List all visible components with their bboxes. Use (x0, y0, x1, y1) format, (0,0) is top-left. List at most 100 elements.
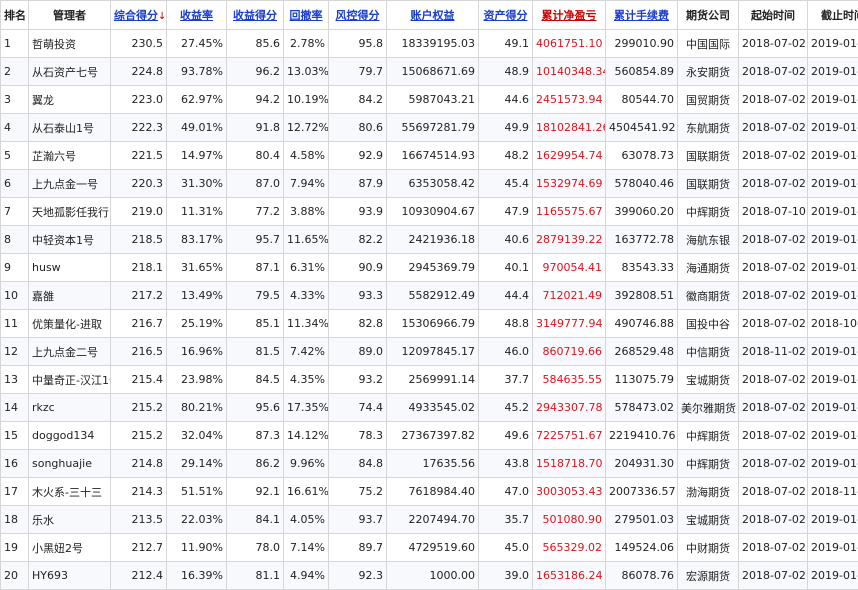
cell-composite-score: 221.5 (111, 142, 167, 170)
cell-composite-score: 218.5 (111, 226, 167, 254)
cell-asset-score: 39.0 (479, 562, 533, 590)
table-row: 12上九点金二号216.516.96%81.57.42%89.012097845… (1, 338, 858, 366)
cell-manager[interactable]: 从石资产七号 (29, 58, 111, 86)
cell-account-equity: 6353058.42 (387, 170, 479, 198)
cell-return-score: 87.1 (227, 254, 284, 282)
cell-fee: 268529.48 (606, 338, 678, 366)
sort-asset-score[interactable]: 资产得分 (479, 1, 533, 30)
cell-manager[interactable]: songhuajie (29, 450, 111, 478)
cell-manager[interactable]: 中轻资本1号 (29, 226, 111, 254)
cell-manager[interactable]: 天地孤影任我行 (29, 198, 111, 226)
cell-account-equity: 4729519.60 (387, 534, 479, 562)
cell-drawdown: 4.94% (284, 562, 329, 590)
cell-risk-score: 84.8 (329, 450, 387, 478)
cell-manager[interactable]: husw (29, 254, 111, 282)
cell-manager[interactable]: rkzc (29, 394, 111, 422)
cell-account-equity: 15306966.79 (387, 310, 479, 338)
cell-manager[interactable]: HY693 (29, 562, 111, 590)
cell-composite-score: 220.3 (111, 170, 167, 198)
cell-risk-score: 93.3 (329, 282, 387, 310)
cell-return-score: 95.6 (227, 394, 284, 422)
table-row: 19小黑妞2号212.711.90%78.07.14%89.74729519.6… (1, 534, 858, 562)
cell-return-rate: 31.65% (167, 254, 227, 282)
cell-end-time: 2019-01-31 (808, 86, 858, 114)
cell-return-score: 85.6 (227, 30, 284, 58)
cell-return-score: 95.7 (227, 226, 284, 254)
cell-risk-score: 84.2 (329, 86, 387, 114)
cell-asset-score: 44.6 (479, 86, 533, 114)
cell-start-time: 2018-07-02 (739, 114, 808, 142)
cell-return-rate: 11.90% (167, 534, 227, 562)
cell-rank: 2 (1, 58, 29, 86)
cell-drawdown: 3.88% (284, 198, 329, 226)
cell-manager[interactable]: 上九点金一号 (29, 170, 111, 198)
cell-fee: 149524.06 (606, 534, 678, 562)
cell-risk-score: 79.7 (329, 58, 387, 86)
cell-composite-score: 215.2 (111, 394, 167, 422)
cell-account-equity: 1000.00 (387, 562, 479, 590)
cell-manager[interactable]: 中量奇正-汉江1号 (29, 366, 111, 394)
sort-net-profit[interactable]: 累计净盈亏 (533, 1, 606, 30)
cell-net-profit: 10140348.34 (533, 58, 606, 86)
cell-return-score: 78.0 (227, 534, 284, 562)
cell-return-rate: 27.45% (167, 30, 227, 58)
cell-account-equity: 12097845.17 (387, 338, 479, 366)
cell-broker: 宏源期货 (678, 562, 739, 590)
cell-drawdown: 4.33% (284, 282, 329, 310)
cell-broker: 国联期货 (678, 170, 739, 198)
cell-manager[interactable]: 小黑妞2号 (29, 534, 111, 562)
cell-net-profit: 7225751.67 (533, 422, 606, 450)
cell-return-rate: 16.39% (167, 562, 227, 590)
table-row: 20HY693212.416.39%81.14.94%92.31000.0039… (1, 562, 858, 590)
cell-risk-score: 82.2 (329, 226, 387, 254)
cell-drawdown: 17.35% (284, 394, 329, 422)
cell-manager[interactable]: 优策量化-进取 (29, 310, 111, 338)
cell-asset-score: 48.8 (479, 310, 533, 338)
cell-return-score: 85.1 (227, 310, 284, 338)
cell-account-equity: 27367397.82 (387, 422, 479, 450)
table-row: 15doggod134215.232.04%87.314.12%78.32736… (1, 422, 858, 450)
cell-account-equity: 5582912.49 (387, 282, 479, 310)
cell-manager[interactable]: 乐水 (29, 506, 111, 534)
cell-asset-score: 49.9 (479, 114, 533, 142)
cell-start-time: 2018-07-02 (739, 142, 808, 170)
sort-return-score[interactable]: 收益得分 (227, 1, 284, 30)
cell-start-time: 2018-07-02 (739, 562, 808, 590)
cell-manager[interactable]: 从石泰山1号 (29, 114, 111, 142)
cell-end-time: 2019-01-31 (808, 506, 858, 534)
sort-drawdown[interactable]: 回撤率 (284, 1, 329, 30)
sort-fee[interactable]: 累计手续费 (606, 1, 678, 30)
cell-start-time: 2018-07-02 (739, 394, 808, 422)
cell-broker: 国贸期货 (678, 86, 739, 114)
cell-manager[interactable]: doggod134 (29, 422, 111, 450)
sort-composite-score[interactable]: 综合得分↓ (111, 1, 167, 30)
cell-broker: 中辉期货 (678, 422, 739, 450)
sort-risk-score[interactable]: 风控得分 (329, 1, 387, 30)
cell-composite-score: 212.4 (111, 562, 167, 590)
cell-manager[interactable]: 翼龙 (29, 86, 111, 114)
cell-fee: 392808.51 (606, 282, 678, 310)
cell-return-score: 84.5 (227, 366, 284, 394)
cell-broker: 中辉期货 (678, 198, 739, 226)
cell-manager[interactable]: 芷瀚六号 (29, 142, 111, 170)
table-row: 9husw218.131.65%87.16.31%90.92945369.794… (1, 254, 858, 282)
cell-return-rate: 13.49% (167, 282, 227, 310)
cell-manager[interactable]: 上九点金二号 (29, 338, 111, 366)
cell-end-time: 2019-01-31 (808, 170, 858, 198)
cell-drawdown: 4.58% (284, 142, 329, 170)
sort-account-equity[interactable]: 账户权益 (387, 1, 479, 30)
cell-asset-score: 46.0 (479, 338, 533, 366)
sort-return-rate[interactable]: 收益率 (167, 1, 227, 30)
cell-manager[interactable]: 嘉雒 (29, 282, 111, 310)
cell-rank: 9 (1, 254, 29, 282)
table-row: 4从石泰山1号222.349.01%91.812.72%80.655697281… (1, 114, 858, 142)
cell-drawdown: 4.35% (284, 366, 329, 394)
cell-return-rate: 31.30% (167, 170, 227, 198)
cell-asset-score: 47.9 (479, 198, 533, 226)
cell-manager[interactable]: 木火系-三十三 (29, 478, 111, 506)
cell-net-profit: 2879139.22 (533, 226, 606, 254)
cell-net-profit: 2943307.78 (533, 394, 606, 422)
cell-asset-score: 37.7 (479, 366, 533, 394)
cell-manager[interactable]: 哲萌投资 (29, 30, 111, 58)
table-row: 3翼龙223.062.97%94.210.19%84.25987043.2144… (1, 86, 858, 114)
